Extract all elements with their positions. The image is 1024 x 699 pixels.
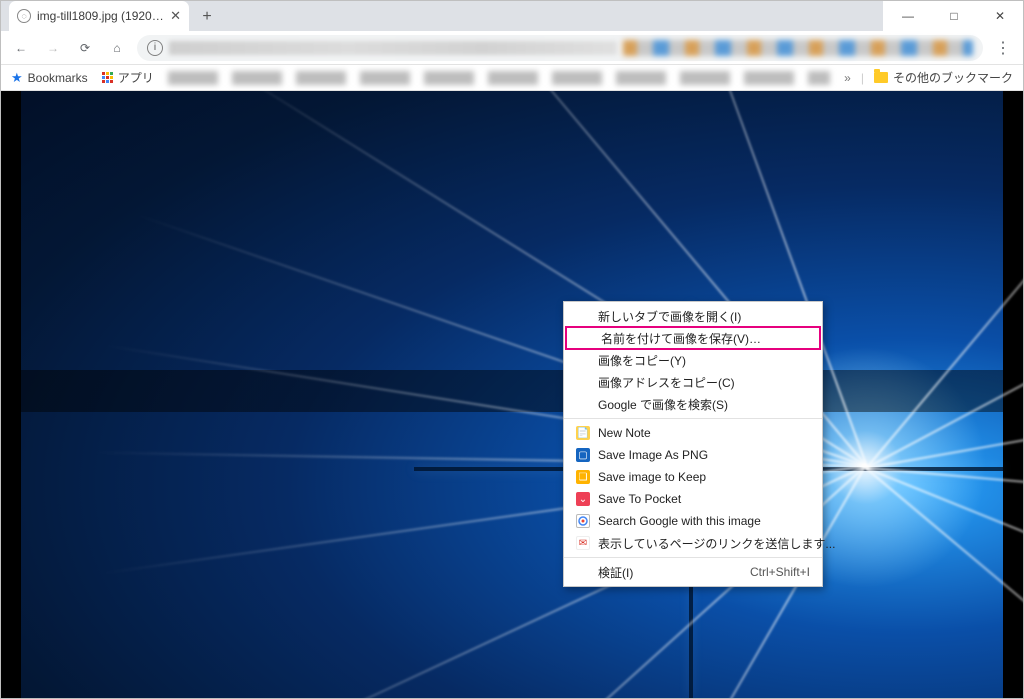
back-button[interactable]: ←: [9, 36, 33, 60]
ctx-copy-image[interactable]: 画像をコピー(Y): [564, 349, 822, 371]
window-close-button[interactable]: ✕: [977, 1, 1023, 31]
maximize-button[interactable]: □: [931, 1, 977, 31]
apps-label: アプリ: [118, 69, 154, 86]
reload-button[interactable]: ⟳: [73, 36, 97, 60]
ctx-ext-send-page-link[interactable]: ✉ 表示しているページのリンクを送信します...: [564, 532, 822, 554]
ctx-open-image-new-tab[interactable]: 新しいタブで画像を開く(I): [564, 305, 822, 327]
wallpaper-image[interactable]: [21, 91, 1003, 698]
tab-close-icon[interactable]: ✕: [170, 8, 181, 24]
url-omnibox[interactable]: i: [137, 35, 983, 61]
folder-icon: [874, 72, 888, 83]
minimize-button[interactable]: —: [885, 1, 931, 31]
tab-strip: ◌ img-till1809.jpg (1920×1200 ✕ +: [1, 1, 883, 31]
address-bar: ← → ⟳ ⌂ i ⋮: [1, 31, 1023, 65]
bookmarks-label: Bookmarks: [28, 71, 88, 85]
note-icon: 📄: [576, 426, 590, 440]
google-image-icon: [576, 514, 590, 528]
ctx-ext-save-to-pocket[interactable]: ⌄ Save To Pocket: [564, 488, 822, 510]
bookmarks-bar: ★ Bookmarks アプリ » | その他のブックマーク: [1, 65, 1023, 91]
bookmarks-link[interactable]: ★ Bookmarks: [11, 70, 88, 86]
apps-link[interactable]: アプリ: [102, 69, 154, 86]
page-content: 新しいタブで画像を開く(I) 名前を付けて画像を保存(V)… 画像をコピー(Y)…: [1, 91, 1023, 698]
site-info-icon[interactable]: i: [147, 40, 163, 56]
forward-button[interactable]: →: [41, 36, 65, 60]
ctx-ext-new-note[interactable]: 📄 New Note: [564, 422, 822, 444]
ctx-ext-save-image-png[interactable]: ▢ Save Image As PNG: [564, 444, 822, 466]
png-icon: ▢: [576, 448, 590, 462]
browser-menu-button[interactable]: ⋮: [991, 36, 1015, 60]
ctx-separator: [564, 418, 822, 419]
ctx-separator: [564, 557, 822, 558]
pocket-icon: ⌄: [576, 492, 590, 506]
bookmark-items-blurred: [168, 71, 830, 85]
url-text-blurred: [169, 41, 617, 55]
other-bookmarks-button[interactable]: その他のブックマーク: [874, 69, 1013, 86]
bookmarks-overflow-button[interactable]: »: [844, 71, 851, 85]
extension-icons-blurred: [623, 40, 973, 56]
globe-icon: ◌: [17, 9, 31, 23]
keep-icon: ❏: [576, 470, 590, 484]
window-controls: — □ ✕: [885, 1, 1023, 31]
mail-icon: ✉: [576, 536, 590, 550]
home-button[interactable]: ⌂: [105, 36, 129, 60]
ctx-ext-search-google-image[interactable]: Search Google with this image: [564, 510, 822, 532]
ctx-inspect[interactable]: 検証(I) Ctrl+Shift+I: [564, 561, 822, 583]
tab-title: img-till1809.jpg (1920×1200: [37, 9, 164, 23]
other-bookmarks-label: その他のブックマーク: [893, 69, 1013, 86]
browser-tab[interactable]: ◌ img-till1809.jpg (1920×1200 ✕: [9, 1, 189, 31]
new-tab-button[interactable]: +: [193, 3, 221, 31]
context-menu: 新しいタブで画像を開く(I) 名前を付けて画像を保存(V)… 画像をコピー(Y)…: [563, 301, 823, 587]
ctx-save-image-as[interactable]: 名前を付けて画像を保存(V)…: [565, 326, 821, 350]
ctx-search-google-for-image[interactable]: Google で画像を検索(S): [564, 393, 822, 415]
apps-icon: [102, 72, 113, 83]
ctx-copy-image-address[interactable]: 画像アドレスをコピー(C): [564, 371, 822, 393]
ctx-ext-save-to-keep[interactable]: ❏ Save image to Keep: [564, 466, 822, 488]
star-icon: ★: [11, 70, 23, 86]
